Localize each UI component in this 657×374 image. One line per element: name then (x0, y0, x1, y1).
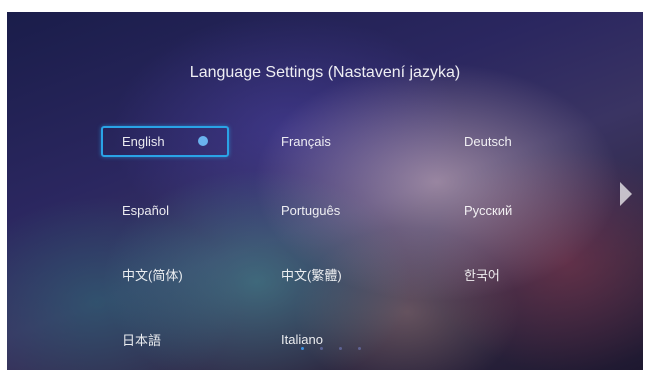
language-option-korean[interactable]: 한국어 (443, 259, 571, 290)
language-option-english[interactable]: English (101, 126, 229, 157)
language-label: 日本語 (122, 333, 162, 348)
language-label: 中文(繁體) (281, 268, 342, 283)
language-settings-screen: Language Settings (Nastavení jazyka) Eng… (7, 12, 643, 370)
language-label: Español (122, 203, 169, 218)
language-label: 中文(简体) (122, 268, 183, 283)
radio-selected-icon (198, 136, 208, 146)
language-label: Français (281, 134, 331, 149)
language-option-russian[interactable]: Русский (443, 195, 571, 226)
language-label: Italiano (281, 332, 323, 347)
page-dot (358, 347, 361, 350)
language-option-chinese-simplified[interactable]: 中文(简体) (101, 259, 229, 290)
page-dot (339, 347, 342, 350)
language-label: Deutsch (464, 134, 512, 149)
page-dot (320, 347, 323, 350)
page-title: Language Settings (Nastavení jazyka) (189, 64, 461, 81)
page-dot (301, 347, 304, 350)
language-option-french[interactable]: Français (260, 126, 388, 157)
language-label: Português (281, 203, 341, 218)
language-option-chinese-traditional[interactable]: 中文(繁體) (260, 259, 388, 290)
language-option-spanish[interactable]: Español (101, 195, 229, 226)
language-label: 한국어 (464, 268, 500, 283)
language-option-german[interactable]: Deutsch (443, 126, 571, 157)
page-indicator (301, 347, 361, 350)
next-page-arrow-icon[interactable] (620, 182, 632, 206)
language-option-portuguese[interactable]: Português (260, 195, 388, 226)
language-label: English (122, 134, 165, 149)
language-label: Русский (464, 203, 513, 218)
language-option-italian[interactable]: Italiano (260, 324, 388, 355)
language-option-japanese[interactable]: 日本語 (101, 324, 229, 355)
